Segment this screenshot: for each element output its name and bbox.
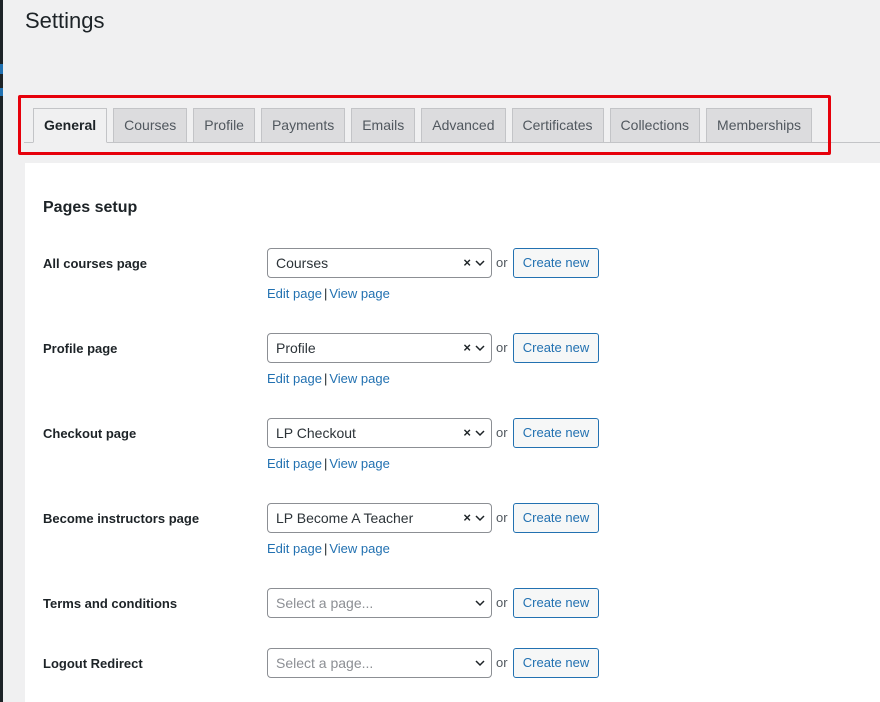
settings-tabs: General Courses Profile Payments Emails Advan… xyxy=(33,108,813,143)
create-new-button[interactable]: Create new xyxy=(513,418,599,448)
page-select-profile-page[interactable]: Profile × xyxy=(267,333,492,363)
or-label: or xyxy=(496,655,508,670)
chevron-down-icon xyxy=(475,345,485,352)
page-links: Edit page | View page xyxy=(267,541,390,556)
admin-menu-indicator xyxy=(0,88,3,96)
tab-courses[interactable]: Courses xyxy=(113,108,188,143)
select-value: LP Checkout xyxy=(276,425,356,441)
link-separator: | xyxy=(323,286,328,301)
chevron-down-icon xyxy=(475,600,485,607)
link-separator: | xyxy=(323,371,328,386)
select-value: Profile xyxy=(276,340,316,356)
row-label-logout-redirect: Logout Redirect xyxy=(43,656,143,671)
page-select-all-courses-page[interactable]: Courses × xyxy=(267,248,492,278)
row-label-all-courses-page: All courses page xyxy=(43,256,148,271)
section-title: Pages setup xyxy=(43,199,138,216)
row-label-become-instructors-page: Become instructors page xyxy=(43,511,200,526)
clear-icon[interactable]: × xyxy=(463,334,471,362)
create-new-button[interactable]: Create new xyxy=(513,503,599,533)
view-page-link[interactable]: View page xyxy=(329,371,389,386)
or-label: or xyxy=(496,425,508,440)
select-value: Courses xyxy=(276,255,329,271)
page-select-checkout-page[interactable]: LP Checkout × xyxy=(267,418,492,448)
settings-panel: Pages setup All courses page Courses × or Cr… xyxy=(25,163,880,702)
chevron-down-icon xyxy=(475,260,485,267)
chevron-down-icon xyxy=(475,515,485,522)
tab-payments[interactable]: Payments xyxy=(260,108,346,143)
or-label: or xyxy=(496,510,508,525)
view-page-link[interactable]: View page xyxy=(329,541,389,556)
edit-page-link[interactable]: Edit page xyxy=(267,456,322,471)
row-label-checkout-page: Checkout page xyxy=(43,426,137,441)
tab-collections[interactable]: Collections xyxy=(609,108,701,143)
admin-sidebar-edge xyxy=(0,0,3,702)
page-select-logout-redirect[interactable]: Select a page... xyxy=(267,648,492,678)
clear-icon[interactable]: × xyxy=(463,249,471,277)
page-links: Edit page | View page xyxy=(267,456,390,471)
tab-certificates[interactable]: Certificates xyxy=(511,108,604,143)
clear-icon[interactable]: × xyxy=(463,504,471,532)
view-page-link[interactable]: View page xyxy=(329,456,389,471)
link-separator: | xyxy=(323,456,328,471)
page-title: Settings xyxy=(25,8,105,33)
or-label: or xyxy=(496,340,508,355)
page-links: Edit page | View page xyxy=(267,371,390,386)
tab-general[interactable]: General xyxy=(33,108,108,143)
view-page-link[interactable]: View page xyxy=(329,286,389,301)
tab-profile[interactable]: Profile xyxy=(193,108,255,143)
admin-menu-indicator xyxy=(0,64,3,74)
row-label-terms-and-conditions: Terms and conditions xyxy=(43,596,178,611)
tab-memberships[interactable]: Memberships xyxy=(706,108,813,143)
chevron-down-icon xyxy=(475,660,485,667)
chevron-down-icon xyxy=(475,430,485,437)
create-new-button[interactable]: Create new xyxy=(513,648,599,678)
create-new-button[interactable]: Create new xyxy=(513,588,599,618)
or-label: or xyxy=(496,595,508,610)
page-select-terms-and-conditions[interactable]: Select a page... xyxy=(267,588,492,618)
edit-page-link[interactable]: Edit page xyxy=(267,371,322,386)
edit-page-link[interactable]: Edit page xyxy=(267,286,322,301)
edit-page-link[interactable]: Edit page xyxy=(267,541,322,556)
select-value: LP Become A Teacher xyxy=(276,510,414,526)
select-placeholder: Select a page... xyxy=(276,655,374,671)
create-new-button[interactable]: Create new xyxy=(513,333,599,363)
tab-emails[interactable]: Emails xyxy=(351,108,416,143)
create-new-button[interactable]: Create new xyxy=(513,248,599,278)
tab-advanced[interactable]: Advanced xyxy=(421,108,506,143)
clear-icon[interactable]: × xyxy=(463,419,471,447)
select-placeholder: Select a page... xyxy=(276,595,374,611)
page-select-become-instructors-page[interactable]: LP Become A Teacher × xyxy=(267,503,492,533)
page-links: Edit page | View page xyxy=(267,286,390,301)
link-separator: | xyxy=(323,541,328,556)
row-label-profile-page: Profile page xyxy=(43,341,118,356)
or-label: or xyxy=(496,255,508,270)
